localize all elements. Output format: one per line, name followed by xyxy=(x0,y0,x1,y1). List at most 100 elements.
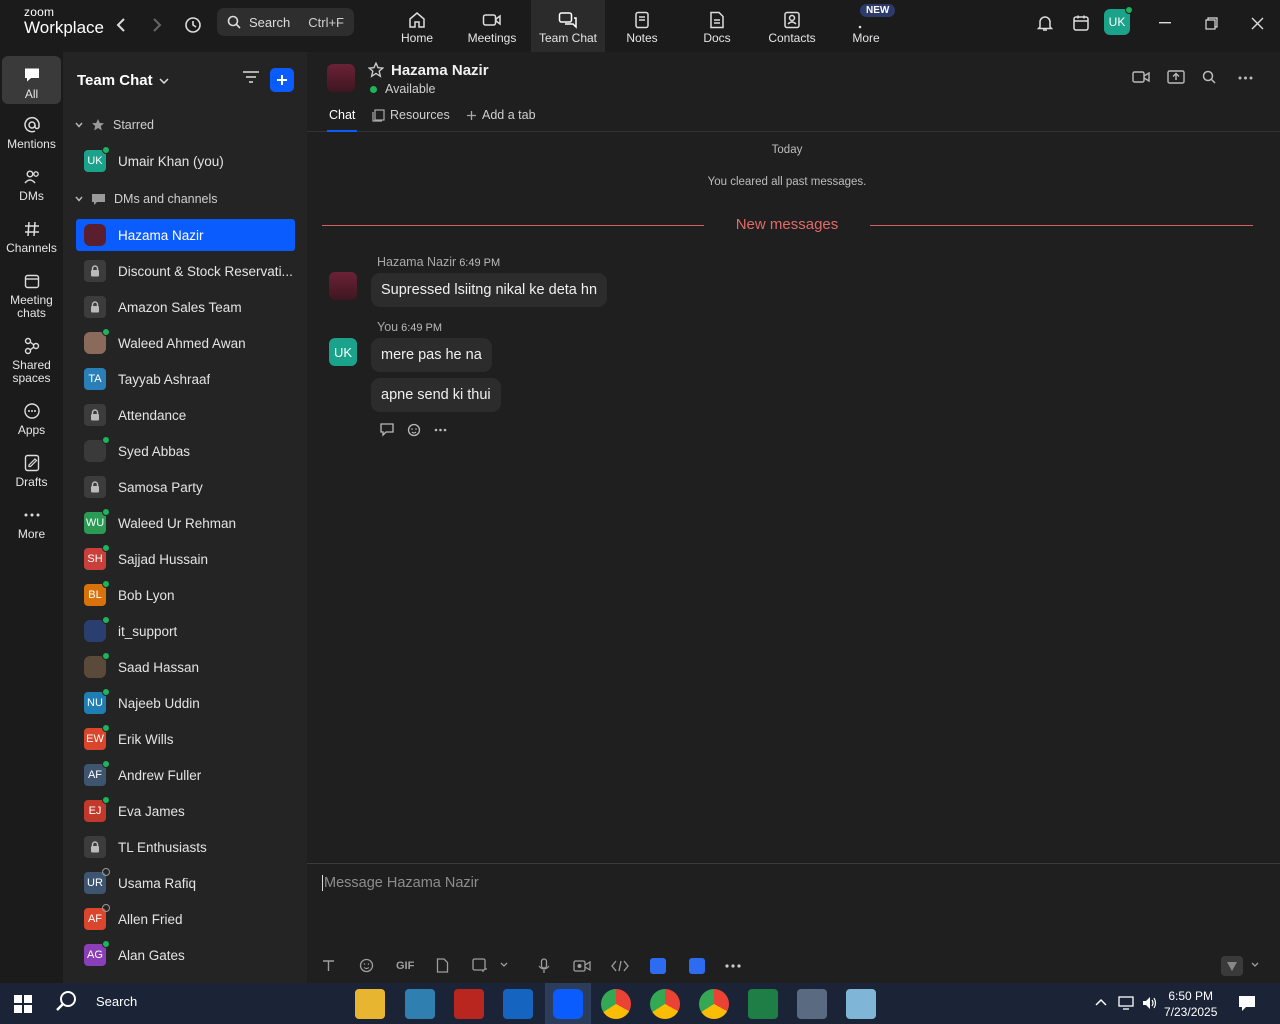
tab-notes[interactable]: Notes xyxy=(605,0,679,52)
message-bubble[interactable]: apne send ki thui xyxy=(371,378,501,412)
tab-contacts[interactable]: Contacts xyxy=(755,0,829,52)
tab-docs[interactable]: Docs xyxy=(680,0,754,52)
rail-channels[interactable]: Channels xyxy=(2,218,61,255)
sidebar-item[interactable]: Attendance xyxy=(76,399,295,431)
app-shortcut-icon[interactable] xyxy=(650,958,666,974)
message-bubble[interactable]: mere pas he na xyxy=(371,338,492,372)
rail-more[interactable]: More xyxy=(2,504,61,541)
calculator-icon[interactable] xyxy=(797,989,827,1019)
sidebar-item[interactable]: Waleed Ahmed Awan xyxy=(76,327,295,359)
more-icon[interactable] xyxy=(434,428,447,432)
rail-apps[interactable]: Apps xyxy=(2,400,61,437)
zoom-app-icon[interactable] xyxy=(689,958,705,974)
share-screen-icon[interactable] xyxy=(1167,70,1185,84)
zoom-taskbar-button[interactable] xyxy=(545,983,591,1024)
tab-resources[interactable]: Resources xyxy=(372,108,450,122)
sender-avatar[interactable]: UK xyxy=(329,338,357,366)
sidebar-item[interactable]: AG Alan Gates xyxy=(76,939,295,971)
network-icon[interactable] xyxy=(1118,996,1134,1010)
rail-mentions[interactable]: Mentions xyxy=(2,114,61,151)
sender-avatar[interactable] xyxy=(329,272,357,300)
starred-item-self[interactable]: UK Umair Khan (you) xyxy=(76,145,295,177)
filter-icon[interactable] xyxy=(242,70,260,84)
search-bar[interactable]: Search Ctrl+F xyxy=(217,8,354,36)
sidebar-item[interactable]: EW Erik Wills xyxy=(76,723,295,755)
video-message-icon[interactable] xyxy=(573,959,591,973)
sidebar-item[interactable]: it_support xyxy=(76,615,295,647)
sidebar-item[interactable]: SH Sajjad Hussain xyxy=(76,543,295,575)
sidebar-item[interactable]: TA Tayyab Ashraaf xyxy=(76,363,295,395)
history-icon[interactable] xyxy=(180,12,206,38)
chrome-icon[interactable] xyxy=(601,989,631,1019)
rail-meeting-chats[interactable]: Meeting chats xyxy=(2,270,61,320)
sidebar-item[interactable]: Discount & Stock Reservati... xyxy=(76,255,295,287)
volume-icon[interactable] xyxy=(1142,996,1158,1010)
sidebar-title[interactable]: Team Chat xyxy=(77,72,169,89)
chrome-icon[interactable] xyxy=(699,989,729,1019)
chevron-up-icon[interactable] xyxy=(1095,998,1107,1006)
excel-icon[interactable] xyxy=(748,989,778,1019)
code-snippet-icon[interactable] xyxy=(611,960,629,972)
outlook-icon[interactable] xyxy=(503,989,533,1019)
new-chat-button[interactable] xyxy=(270,68,294,92)
reply-icon[interactable] xyxy=(379,422,395,437)
file-explorer-icon[interactable] xyxy=(355,989,385,1019)
sidebar-item[interactable]: Hazama Nazir xyxy=(76,219,295,251)
taskbar-search[interactable]: Search xyxy=(56,990,137,1012)
sidebar-item[interactable]: Samosa Party xyxy=(76,471,295,503)
filezilla-icon[interactable] xyxy=(454,989,484,1019)
rail-all[interactable]: All xyxy=(2,56,61,104)
sidebar-item[interactable]: AF Andrew Fuller xyxy=(76,759,295,791)
sidebar-item[interactable]: Amazon Sales Team xyxy=(76,291,295,323)
chevron-down-icon[interactable] xyxy=(500,962,508,967)
app-icon[interactable] xyxy=(846,989,876,1019)
sidebar-item[interactable]: Saad Hassan xyxy=(76,651,295,683)
video-call-icon[interactable] xyxy=(1132,70,1150,84)
chevron-down-icon[interactable] xyxy=(1251,962,1259,967)
tab-home[interactable]: Home xyxy=(380,0,454,52)
sidebar-item[interactable]: Syed Abbas xyxy=(76,435,295,467)
rail-shared-spaces[interactable]: Shared spaces xyxy=(2,335,61,385)
sidebar-item[interactable]: BL Bob Lyon xyxy=(76,579,295,611)
minimize-icon[interactable] xyxy=(1150,10,1180,36)
emoji-icon[interactable] xyxy=(359,958,374,973)
forward-arrow-icon[interactable] xyxy=(144,12,170,38)
microphone-icon[interactable] xyxy=(538,958,550,974)
message-input[interactable]: Message Hazama Nazir xyxy=(322,875,479,891)
search-icon[interactable] xyxy=(1202,70,1216,84)
emoji-reaction-icon[interactable] xyxy=(407,422,422,437)
gif-button[interactable]: GIF xyxy=(396,960,414,972)
message-bubble[interactable]: Supressed lsiitng nikal ke deta hn xyxy=(371,273,608,307)
sidebar-item[interactable]: EJ Eva James xyxy=(76,795,295,827)
close-icon[interactable] xyxy=(1242,10,1272,36)
more-options-icon[interactable] xyxy=(1238,76,1253,80)
windows-start-icon[interactable] xyxy=(14,995,32,1013)
restore-icon[interactable] xyxy=(1196,10,1226,36)
rail-dms[interactable]: DMs xyxy=(2,166,61,203)
dms-section[interactable]: DMs and channels xyxy=(75,192,218,206)
sidebar-item[interactable]: AF Allen Fried xyxy=(76,903,295,935)
chrome-icon[interactable] xyxy=(650,989,680,1019)
bell-icon[interactable] xyxy=(1030,10,1060,36)
tab-team-chat[interactable]: Team Chat xyxy=(531,0,605,52)
tab-meetings[interactable]: Meetings xyxy=(455,0,529,52)
clock[interactable]: 6:50 PM 7/23/2025 xyxy=(1164,988,1217,1020)
calendar-icon[interactable] xyxy=(1066,10,1096,36)
more-options-icon[interactable] xyxy=(725,964,741,968)
rail-drafts[interactable]: Drafts xyxy=(2,452,61,489)
notifications-icon[interactable] xyxy=(1238,995,1256,1012)
format-text-icon[interactable] xyxy=(322,959,335,972)
back-arrow-icon[interactable] xyxy=(108,12,134,38)
sidebar-item[interactable]: WU Waleed Ur Rehman xyxy=(76,507,295,539)
sidebar-item[interactable]: NU Najeeb Uddin xyxy=(76,687,295,719)
tab-chat[interactable]: Chat xyxy=(326,108,358,132)
sidebar-item[interactable]: UR Usama Rafiq xyxy=(76,867,295,899)
send-button[interactable] xyxy=(1221,956,1243,976)
app-icon[interactable] xyxy=(405,989,435,1019)
add-tab-button[interactable]: Add a tab xyxy=(466,108,536,122)
screenshot-icon[interactable] xyxy=(472,958,488,973)
starred-section[interactable]: Starred xyxy=(75,118,154,132)
file-icon[interactable] xyxy=(436,958,449,973)
star-icon[interactable] xyxy=(368,62,384,78)
sidebar-item[interactable]: TL Enthusiasts xyxy=(76,831,295,863)
